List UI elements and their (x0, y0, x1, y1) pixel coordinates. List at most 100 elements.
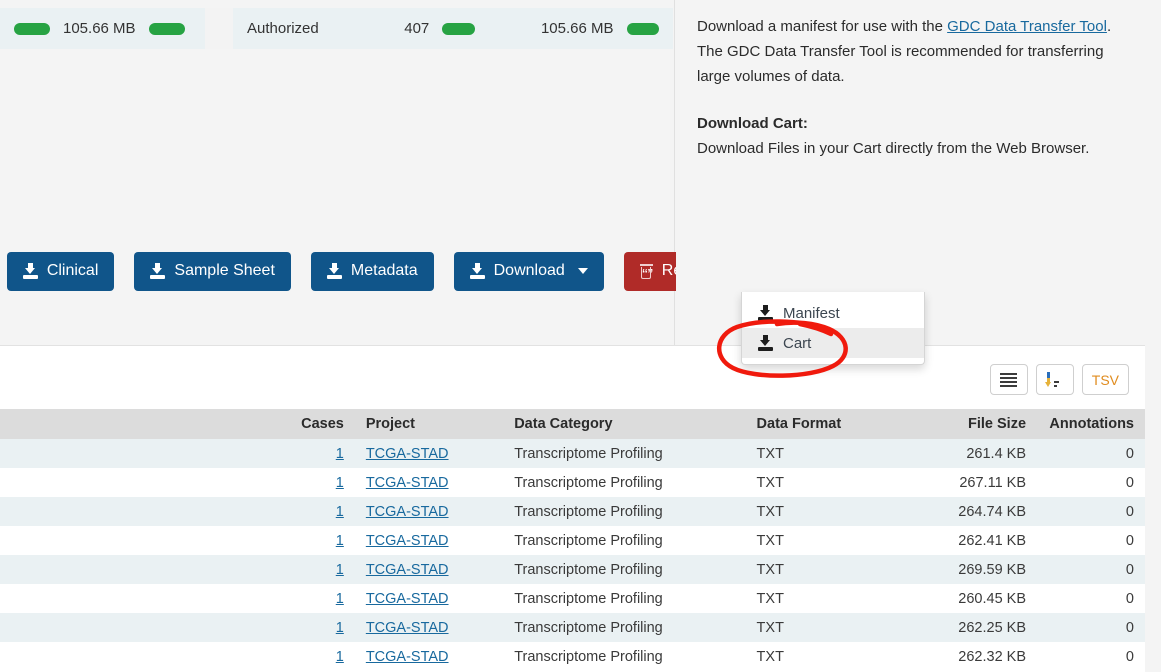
summary-cell-size-total: 105.66 MB (0, 8, 205, 49)
column-header-data-format[interactable]: Data Format (745, 409, 928, 439)
summary-value-count: 407 (404, 20, 430, 37)
trash-icon (639, 263, 653, 279)
cases-count-link[interactable]: 1 (336, 620, 344, 636)
cell-data-category: Transcriptome Profiling (514, 445, 663, 462)
download-dropdown-button[interactable]: Download (453, 251, 604, 291)
files-table-body: ounts.gz 1 TCGA-STAD Transcriptome Profilin… (0, 439, 1145, 671)
cell-file-size: 267.11 KB (959, 474, 1027, 491)
project-link[interactable]: TCGA-STAD (366, 591, 449, 607)
button-label: Clinical (46, 262, 99, 279)
cell-project: TCGA-STAD (355, 526, 503, 555)
button-label: Download (493, 262, 565, 279)
summary-value-size-2: 105.66 MB (540, 20, 614, 37)
cell-annotations: 0 (1125, 590, 1134, 607)
project-link[interactable]: TCGA-STAD (366, 620, 449, 636)
cases-count-link[interactable]: 1 (336, 562, 344, 578)
cell-data-category: Transcriptome Profiling (514, 532, 663, 549)
cell-annotations: 0 (1125, 445, 1134, 462)
table-row: .counts.gz 1 TCGA-STAD Transcriptome Profil… (0, 526, 1145, 555)
button-label: Metadata (350, 262, 418, 279)
column-header-project[interactable]: Project (354, 409, 504, 439)
cell-data-category: Transcriptome Profiling (514, 561, 663, 578)
cell-data-category: Transcriptome Profiling (514, 619, 663, 636)
cell-data-category: Transcriptome Profiling (514, 474, 663, 491)
cell-file-name: counts.gz (0, 584, 290, 613)
cases-count-link[interactable]: 1 (336, 533, 344, 549)
cell-annotations: 0 (1125, 619, 1134, 636)
download-cart-description: Download Files in your Cart directly fro… (697, 140, 1090, 157)
cell-cases: 1 (290, 613, 355, 642)
cell-file-name: q.counts.gz (0, 555, 290, 584)
table-menu-button[interactable] (989, 364, 1028, 395)
table-toolbar: TSV (989, 364, 1129, 395)
cell-annotations: 0 (1125, 648, 1134, 665)
cell-file-size: 261.4 KB (966, 445, 1027, 462)
cases-count-link[interactable]: 1 (336, 446, 344, 462)
download-clinical-button[interactable]: Clinical (6, 251, 115, 291)
summary-value-access: Authorized (247, 20, 319, 37)
progress-bar-icon (14, 22, 50, 35)
cell-cases: 1 (290, 439, 355, 468)
cell-project: TCGA-STAD (355, 468, 503, 497)
dropdown-item-manifest[interactable]: Manifest (742, 298, 924, 328)
cell-file-name: counts.gz (0, 613, 290, 642)
project-link[interactable]: TCGA-STAD (366, 446, 449, 462)
cell-file-size: 264.74 KB (958, 503, 1027, 520)
export-tsv-button[interactable]: TSV (1081, 364, 1129, 395)
cell-cases: 1 (290, 526, 355, 555)
cases-count-link[interactable]: 1 (336, 649, 344, 665)
column-header-file[interactable] (0, 409, 291, 439)
project-link[interactable]: TCGA-STAD (366, 649, 449, 665)
column-header-cases[interactable]: Cases (290, 409, 355, 439)
cell-file-name: q.counts.gz (0, 642, 290, 671)
files-table-section: TSV Cases Project Data Category Data For… (0, 345, 1145, 672)
manifest-description-line3: large volumes of data. (697, 68, 845, 85)
hamburger-icon (1000, 373, 1018, 387)
cell-file-name: .counts.gz (0, 497, 290, 526)
manifest-text-after: . (1106, 18, 1112, 35)
cell-data-format: TXT (756, 590, 784, 607)
cases-count-link[interactable]: 1 (336, 475, 344, 491)
cell-cases: 1 (290, 642, 355, 671)
summary-cell-authorized: Authorized 407 105.66 MB (233, 8, 673, 49)
download-icon (469, 263, 485, 279)
download-icon (326, 263, 342, 279)
table-row: .counts.gz 1 TCGA-STAD Transcriptome Profil… (0, 497, 1145, 526)
cell-file-name: ounts.gz (0, 439, 290, 468)
cell-file-name: .counts.gz (0, 526, 290, 555)
project-link[interactable]: TCGA-STAD (366, 562, 449, 578)
cases-count-link[interactable]: 1 (336, 504, 344, 520)
table-sort-button[interactable] (1035, 364, 1074, 395)
project-link[interactable]: TCGA-STAD (366, 475, 449, 491)
cart-action-buttons: Biospecimen Clinical Sample Sheet Metada… (0, 251, 837, 291)
cell-data-format: TXT (756, 561, 784, 578)
cell-data-category: Transcriptome Profiling (514, 503, 663, 520)
project-link[interactable]: TCGA-STAD (366, 504, 449, 520)
cart-summary-row: 105.66 MB Authorized 407 105.66 MB (0, 8, 675, 49)
cell-cases: 1 (290, 555, 355, 584)
table-row: q.counts.gz 1 TCGA-STAD Transcriptome Profi… (0, 468, 1145, 497)
cell-file-name: q.counts.gz (0, 468, 290, 497)
download-sample-sheet-button[interactable]: Sample Sheet (134, 251, 291, 291)
column-header-data-category[interactable]: Data Category (503, 409, 746, 439)
manifest-text-before: Download a manifest for use with the (697, 18, 948, 35)
dropdown-item-cart[interactable]: Cart (742, 328, 924, 358)
cell-data-format: TXT (756, 619, 784, 636)
table-row: q.counts.gz 1 TCGA-STAD Transcriptome Profi… (0, 555, 1145, 584)
cell-data-format: TXT (756, 474, 784, 491)
cell-data-format: TXT (756, 648, 784, 665)
cases-count-link[interactable]: 1 (336, 591, 344, 607)
summary-gap (205, 8, 233, 49)
column-header-file-size[interactable]: File Size (927, 409, 1038, 439)
cell-cases: 1 (290, 497, 355, 526)
cell-cases: 1 (290, 468, 355, 497)
cell-annotations: 0 (1125, 503, 1134, 520)
column-header-annotations[interactable]: Annotations (1037, 409, 1145, 439)
gdc-data-transfer-tool-link[interactable]: GDC Data Transfer Tool (947, 18, 1107, 35)
cell-project: TCGA-STAD (355, 613, 503, 642)
download-metadata-button[interactable]: Metadata (310, 251, 434, 291)
cell-annotations: 0 (1125, 561, 1134, 578)
project-link[interactable]: TCGA-STAD (366, 533, 449, 549)
cell-project: TCGA-STAD (355, 584, 503, 613)
cart-summary-panel: 105.66 MB Authorized 407 105.66 MB Biosp… (0, 0, 837, 345)
